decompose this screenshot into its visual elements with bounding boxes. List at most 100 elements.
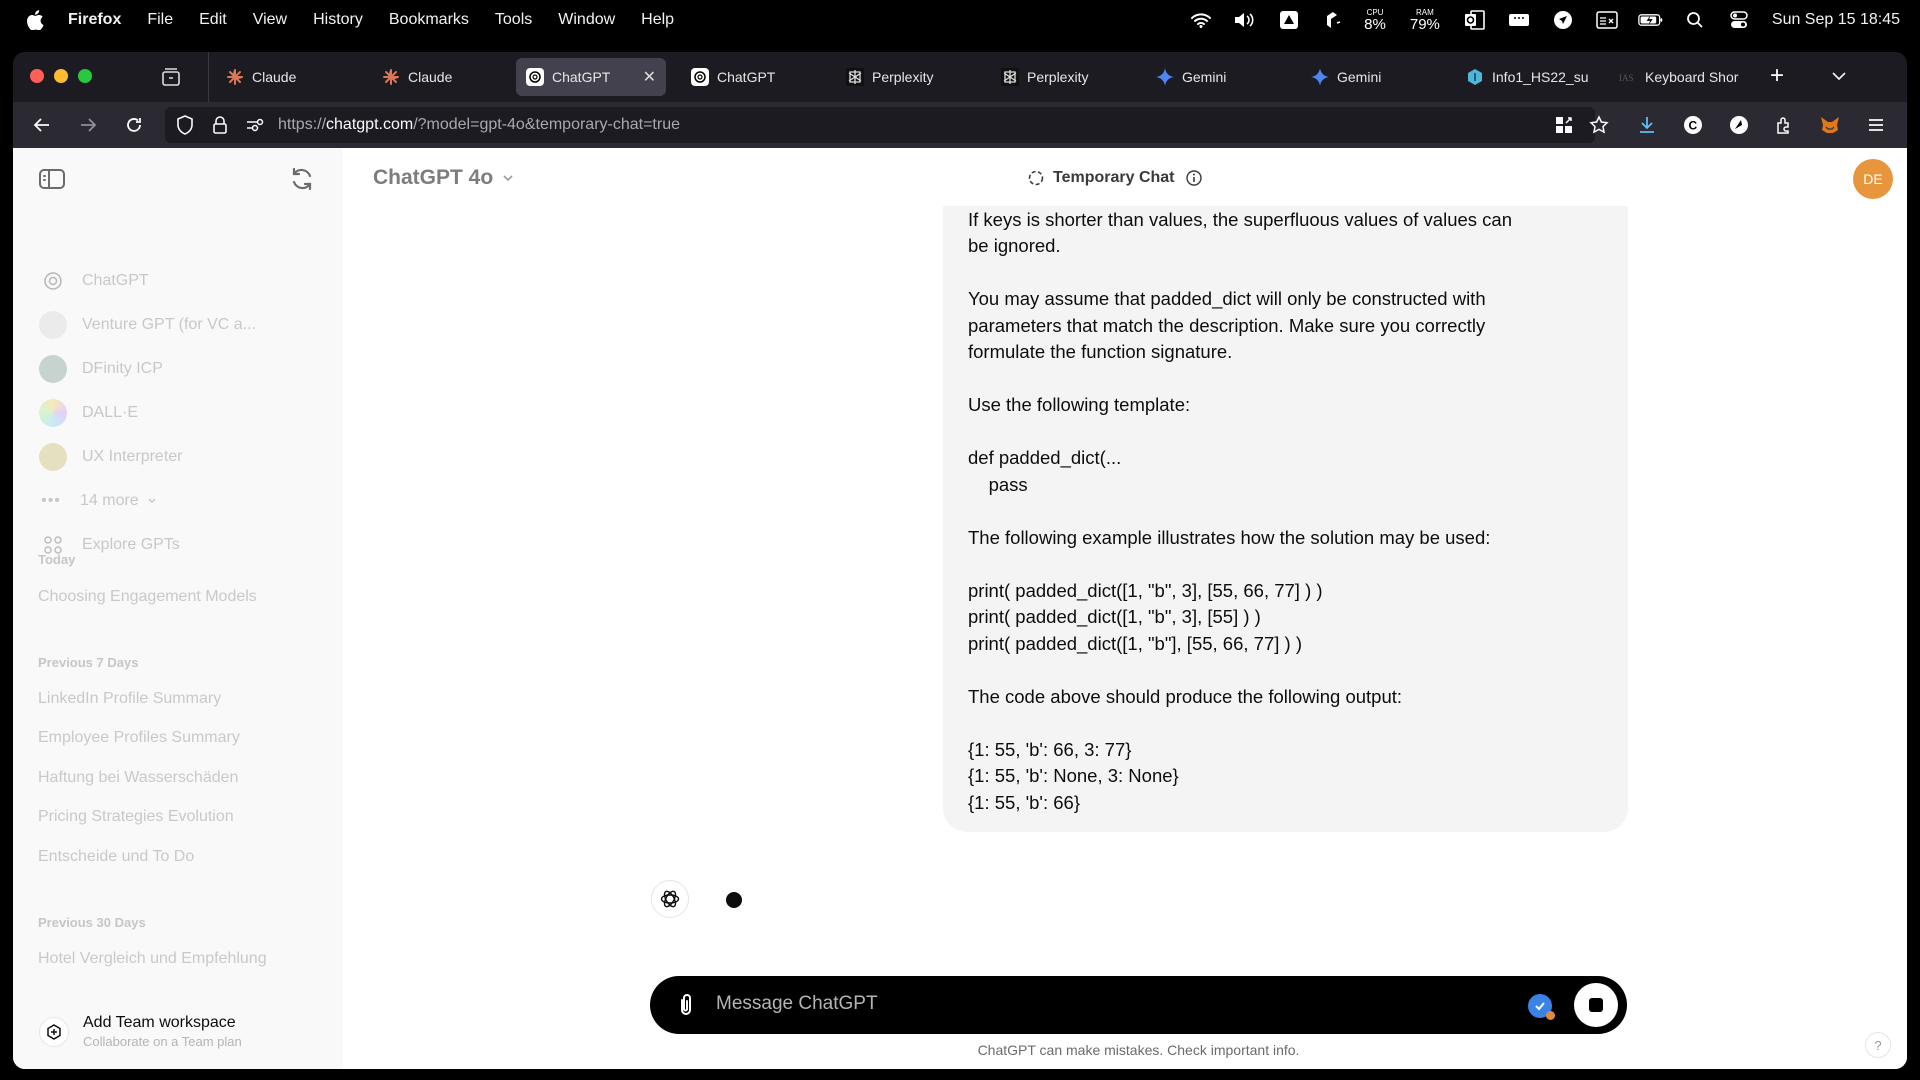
extension-dark-reader-icon[interactable]	[1727, 113, 1751, 137]
chat-history-item[interactable]: LinkedIn Profile Summary	[38, 690, 318, 708]
box-app-icon[interactable]	[1320, 9, 1346, 31]
chat-history-item[interactable]: Pricing Strategies Evolution	[38, 808, 318, 826]
forward-icon[interactable]	[76, 113, 100, 137]
location-icon[interactable]	[1550, 9, 1576, 31]
tab-chatgpt-2[interactable]: ChatGPT	[681, 58, 829, 96]
grammarly-check-icon[interactable]	[1528, 994, 1555, 1020]
refresh-chat-icon[interactable]	[288, 165, 316, 193]
add-team-workspace-button[interactable]: Add Team workspace Collaborate on a Team…	[39, 1014, 242, 1049]
tab-claude-1[interactable]: Claude	[216, 58, 364, 96]
venture-gpt-icon	[39, 311, 67, 339]
paperclip-attach-icon[interactable]	[673, 992, 699, 1018]
hexagon-icon	[1466, 68, 1484, 86]
info-icon[interactable]	[1185, 169, 1203, 187]
dfinity-icon	[39, 355, 67, 383]
close-tab-icon[interactable]: ✕	[643, 67, 656, 87]
tab-label: Keyboard Shor	[1645, 69, 1739, 85]
menu-bookmarks[interactable]: Bookmarks	[389, 11, 469, 29]
lock-icon[interactable]	[210, 115, 230, 135]
menu-edit[interactable]: Edit	[199, 11, 227, 29]
zoom-window-button[interactable]	[78, 69, 92, 83]
tab-perplexity-1[interactable]: Perplexity	[836, 58, 984, 96]
message-scroll-area[interactable]: keys, the values for the remaining keys …	[343, 206, 1907, 906]
message-paragraph: Use the following template:	[968, 394, 1191, 415]
bookmark-star-icon[interactable]	[1589, 115, 1609, 135]
app-menu-hamburger-icon[interactable]	[1864, 113, 1888, 137]
tab-overview-icon[interactable]	[160, 66, 182, 88]
wifi-icon[interactable]	[1188, 9, 1214, 31]
metamask-fox-icon[interactable]	[1818, 113, 1842, 137]
chatgpt-page: ChatGPT Venture GPT (for VC a... DFinity…	[13, 148, 1907, 1069]
extensions-puzzle-icon[interactable]	[1772, 113, 1796, 137]
back-icon[interactable]	[30, 113, 54, 137]
chat-history-item[interactable]: Entscheide und To Do	[38, 848, 318, 866]
model-name: ChatGPT 4o	[373, 166, 494, 189]
section-today: Today	[38, 552, 76, 567]
tab-info1[interactable]: Info1_HS22_su	[1456, 58, 1596, 96]
clock[interactable]: Sun Sep 15 18:45	[1772, 11, 1900, 29]
window-manager-icon[interactable]	[1594, 9, 1620, 31]
menu-tools[interactable]: Tools	[495, 11, 532, 29]
tab-claude-2[interactable]: Claude	[372, 58, 520, 96]
ram-meter[interactable]: RAM 79%	[1410, 8, 1440, 32]
sidebar-gpt-ux-interpreter[interactable]: UX Interpreter	[39, 439, 182, 475]
url-bar[interactable]: https://chatgpt.com/?model=gpt-4o&tempor…	[165, 107, 1609, 143]
tab-keyboard-shortcuts[interactable]: IAS Keyboard Shor	[1609, 58, 1749, 96]
stop-generating-button[interactable]	[1574, 983, 1618, 1027]
user-avatar[interactable]: DE	[1853, 159, 1893, 199]
tab-perplexity-2[interactable]: Perplexity	[991, 58, 1139, 96]
sidebar-gpt-dfinity[interactable]: DFinity ICP	[39, 351, 163, 387]
close-window-button[interactable]	[30, 69, 44, 83]
qr-code-icon[interactable]	[1554, 115, 1574, 135]
url-text[interactable]: https://chatgpt.com/?model=gpt-4o&tempor…	[278, 116, 680, 134]
spotlight-search-icon[interactable]	[1682, 9, 1708, 31]
menu-help[interactable]: Help	[641, 11, 674, 29]
url-domain: chatgpt.com	[326, 116, 414, 133]
help-button[interactable]: ?	[1865, 1032, 1891, 1058]
sidebar-gpt-venture[interactable]: Venture GPT (for VC a...	[39, 307, 256, 343]
reload-icon[interactable]	[122, 113, 146, 137]
new-tab-button[interactable]: +	[1770, 64, 1784, 88]
assistant-avatar	[651, 880, 689, 918]
menu-file[interactable]: File	[147, 11, 173, 29]
tab-gemini-2[interactable]: Gemini	[1301, 58, 1449, 96]
outlook-icon[interactable]	[1462, 9, 1488, 31]
chat-history-item[interactable]: Employee Profiles Summary	[38, 729, 318, 747]
tab-label: ChatGPT	[552, 69, 611, 85]
cpu-meter[interactable]: CPU 8%	[1364, 8, 1386, 32]
menu-view[interactable]: View	[253, 11, 287, 29]
openai-icon	[39, 267, 67, 295]
chevron-down-icon	[148, 498, 156, 503]
site-permissions-icon[interactable]	[245, 115, 265, 135]
extension-c-icon[interactable]: C	[1681, 113, 1705, 137]
sidebar-more-gpts[interactable]: ••• 14 more	[39, 483, 157, 519]
chat-history-item[interactable]: Choosing Engagement Models	[38, 588, 318, 606]
gpt-label: DALL·E	[82, 404, 139, 421]
minimize-window-button[interactable]	[54, 69, 68, 83]
sidebar-gpt-dalle[interactable]: DALL·E	[39, 395, 138, 431]
control-center-icon[interactable]	[1726, 9, 1752, 31]
sidebar-toggle-icon[interactable]	[38, 167, 66, 191]
gpt-label: Venture GPT (for VC a...	[82, 316, 256, 333]
tab-gemini-1[interactable]: Gemini	[1146, 58, 1294, 96]
dalle-icon	[39, 399, 67, 427]
message-input[interactable]	[716, 993, 1476, 1015]
volume-icon[interactable]	[1232, 9, 1258, 31]
tracking-protection-shield-icon[interactable]	[175, 115, 195, 135]
menu-bar-app-icon[interactable]	[1506, 9, 1532, 31]
tab-chatgpt-active[interactable]: ChatGPT ✕	[516, 58, 666, 96]
model-selector[interactable]: ChatGPT 4o	[373, 166, 515, 190]
battery-charging-icon[interactable]	[1638, 9, 1664, 31]
chat-history-item[interactable]: Hotel Vergleich und Empfehlung	[38, 950, 318, 968]
message-expected-output: {1: 55, 'b': 66, 3: 77} {1: 55, 'b': Non…	[968, 738, 1179, 813]
chat-history-item[interactable]: Haftung bei Wasserschäden	[38, 769, 318, 787]
menu-app-name[interactable]: Firefox	[68, 11, 121, 29]
downloads-icon[interactable]	[1635, 113, 1659, 137]
list-all-tabs-icon[interactable]	[1829, 66, 1849, 86]
apple-menu-icon[interactable]	[26, 10, 44, 30]
sidebar-gpt-chatgpt[interactable]: ChatGPT	[39, 263, 149, 299]
explore-label: Explore GPTs	[82, 536, 180, 553]
menu-history[interactable]: History	[313, 11, 363, 29]
drive-app-icon[interactable]	[1276, 9, 1302, 31]
menu-window[interactable]: Window	[558, 11, 615, 29]
